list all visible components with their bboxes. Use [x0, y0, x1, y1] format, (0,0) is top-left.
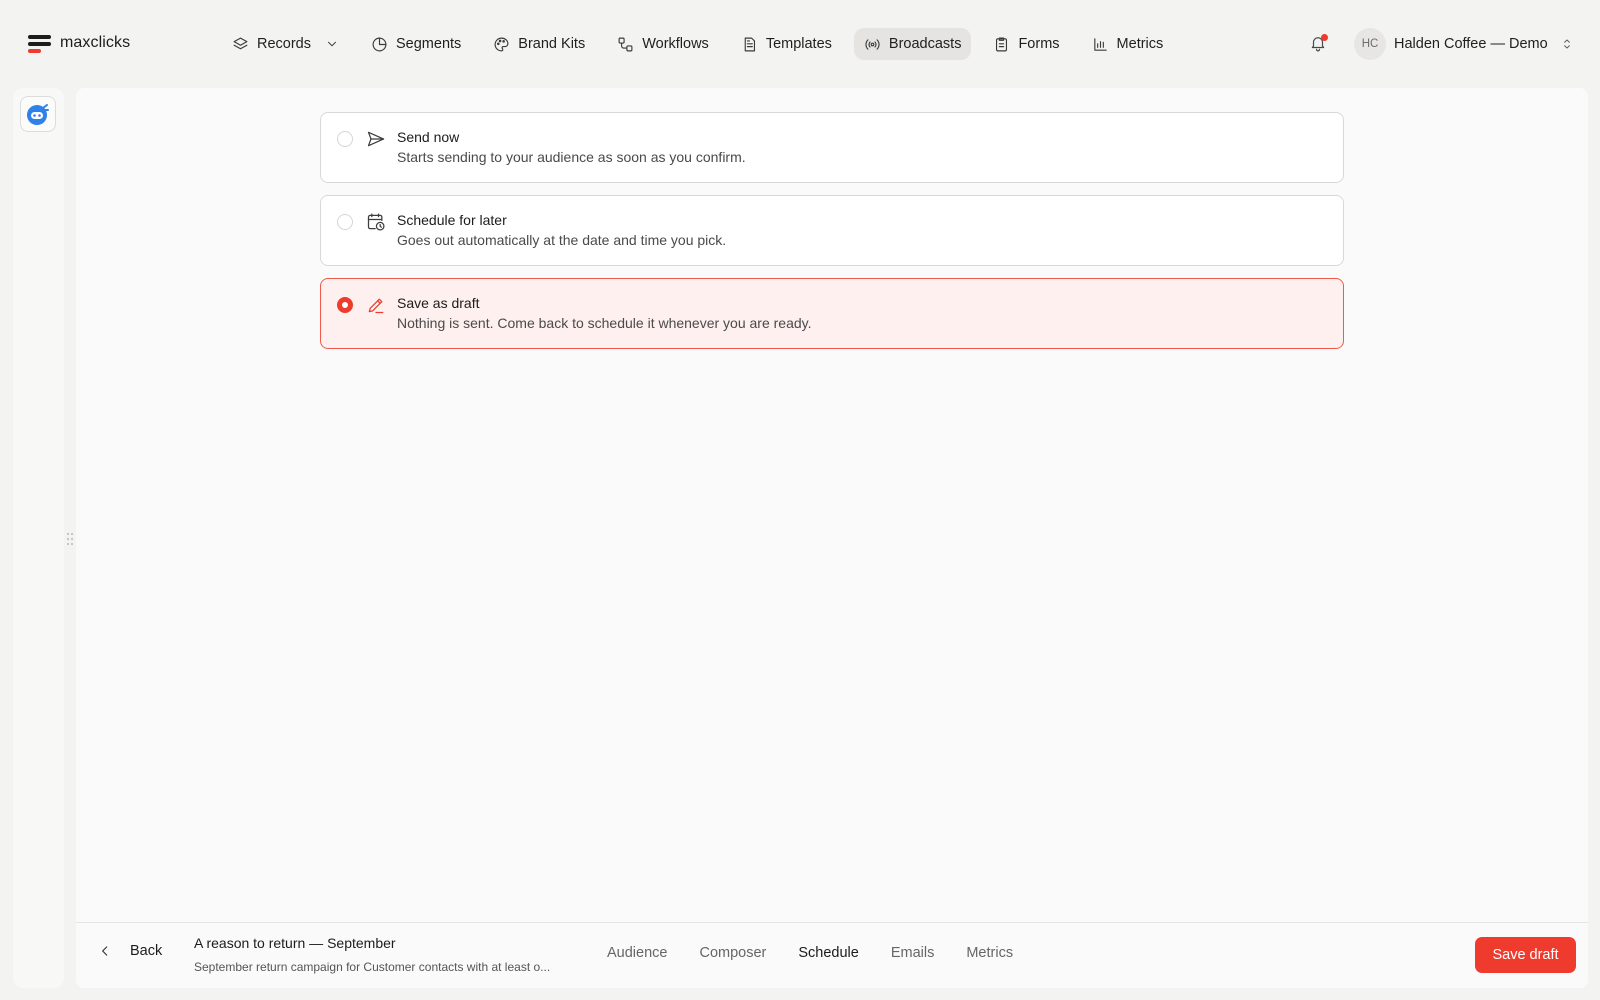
- app-logo[interactable]: maxclicks: [28, 33, 130, 53]
- tab-composer[interactable]: Composer: [699, 945, 766, 961]
- nav-item-metrics[interactable]: Metrics: [1082, 28, 1174, 60]
- send-icon: [366, 129, 386, 149]
- side-rail: [13, 88, 64, 988]
- option-schedule-later[interactable]: Schedule for later Goes out automaticall…: [320, 195, 1344, 266]
- nav-item-label: Brand Kits: [518, 36, 586, 52]
- pencil-icon: [366, 295, 386, 315]
- account-switcher[interactable]: HC Halden Coffee — Demo: [1354, 28, 1574, 60]
- option-send-now[interactable]: Send now Starts sending to your audience…: [320, 112, 1344, 183]
- tab-metrics[interactable]: Metrics: [966, 945, 1013, 961]
- nav-item-label: Templates: [765, 36, 832, 52]
- option-title: Save as draft: [397, 295, 480, 311]
- nav-item-broadcasts[interactable]: Broadcasts: [853, 28, 972, 60]
- logo-mark-icon: [28, 33, 52, 53]
- tab-emails[interactable]: Emails: [891, 945, 935, 961]
- app-name: maxclicks: [60, 34, 131, 51]
- nav-item-label: Records: [257, 36, 311, 52]
- nav-item-workflows[interactable]: Workflows: [607, 28, 719, 60]
- nav-item-label: Metrics: [1116, 36, 1164, 52]
- robot-assistant-icon: [27, 104, 49, 125]
- nav-item-forms[interactable]: Forms: [983, 28, 1069, 60]
- nav-item-label: Segments: [396, 36, 462, 52]
- palette-icon: [494, 37, 509, 51]
- save-draft-button[interactable]: Save draft: [1475, 937, 1576, 973]
- bar-chart-icon: [1093, 37, 1107, 51]
- nav-item-records[interactable]: Records: [222, 28, 349, 60]
- top-navigation-bar: maxclicks Records Segments Brand Kits Wo…: [0, 0, 1600, 88]
- workflow-icon: [618, 37, 633, 51]
- main-nav: Records Segments Brand Kits Workflows Te…: [222, 28, 1185, 60]
- campaign-tabs: Audience Composer Schedule Emails Metric…: [607, 945, 1045, 961]
- broadcast-icon: [865, 38, 880, 50]
- chevron-down-icon: [328, 41, 336, 47]
- nav-item-templates[interactable]: Templates: [731, 28, 842, 60]
- radio-button-selected[interactable]: [337, 297, 353, 313]
- chevron-left-icon: [102, 946, 108, 956]
- calendar-clock-icon: [366, 212, 386, 232]
- option-title: Send now: [397, 129, 460, 145]
- campaign-description: September return campaign for Customer c…: [194, 960, 551, 974]
- option-description: Nothing is sent. Come back to schedule i…: [397, 315, 812, 331]
- option-title: Schedule for later: [397, 212, 507, 228]
- tab-audience[interactable]: Audience: [607, 945, 667, 961]
- radio-button[interactable]: [337, 131, 353, 147]
- radio-button[interactable]: [337, 214, 353, 230]
- nav-item-brand-kits[interactable]: Brand Kits: [483, 28, 595, 60]
- nav-item-label: Forms: [1018, 36, 1060, 52]
- unread-dot: [1321, 34, 1328, 41]
- option-save-draft[interactable]: Save as draft Nothing is sent. Come back…: [320, 278, 1344, 349]
- panel-resize-handle-icon[interactable]: [66, 532, 74, 546]
- campaign-title: A reason to return — September: [194, 935, 396, 951]
- delivery-options: Send now Starts sending to your audience…: [320, 112, 1344, 361]
- document-icon: [744, 37, 755, 51]
- tab-schedule[interactable]: Schedule: [798, 945, 858, 961]
- pie-chart-icon: [372, 37, 387, 51]
- clipboard-icon: [996, 37, 1008, 51]
- nav-item-segments[interactable]: Segments: [361, 28, 471, 60]
- assistant-button[interactable]: [20, 96, 56, 132]
- nav-item-label: Workflows: [642, 36, 709, 52]
- avatar: HC: [1354, 28, 1386, 60]
- back-label: Back: [130, 943, 163, 959]
- nav-item-label: Broadcasts: [888, 36, 962, 52]
- chevron-up-down-icon: [1563, 39, 1570, 49]
- campaign-footer: Back A reason to return — September Sept…: [76, 922, 1588, 988]
- option-description: Starts sending to your audience as soon …: [397, 149, 746, 165]
- account-name: Halden Coffee — Demo: [1394, 36, 1548, 52]
- notifications-button[interactable]: [1309, 34, 1329, 54]
- option-description: Goes out automatically at the date and t…: [397, 232, 727, 248]
- main-panel: Send now Starts sending to your audience…: [76, 88, 1588, 988]
- back-button[interactable]: Back: [98, 943, 162, 959]
- layers-icon: [233, 37, 248, 49]
